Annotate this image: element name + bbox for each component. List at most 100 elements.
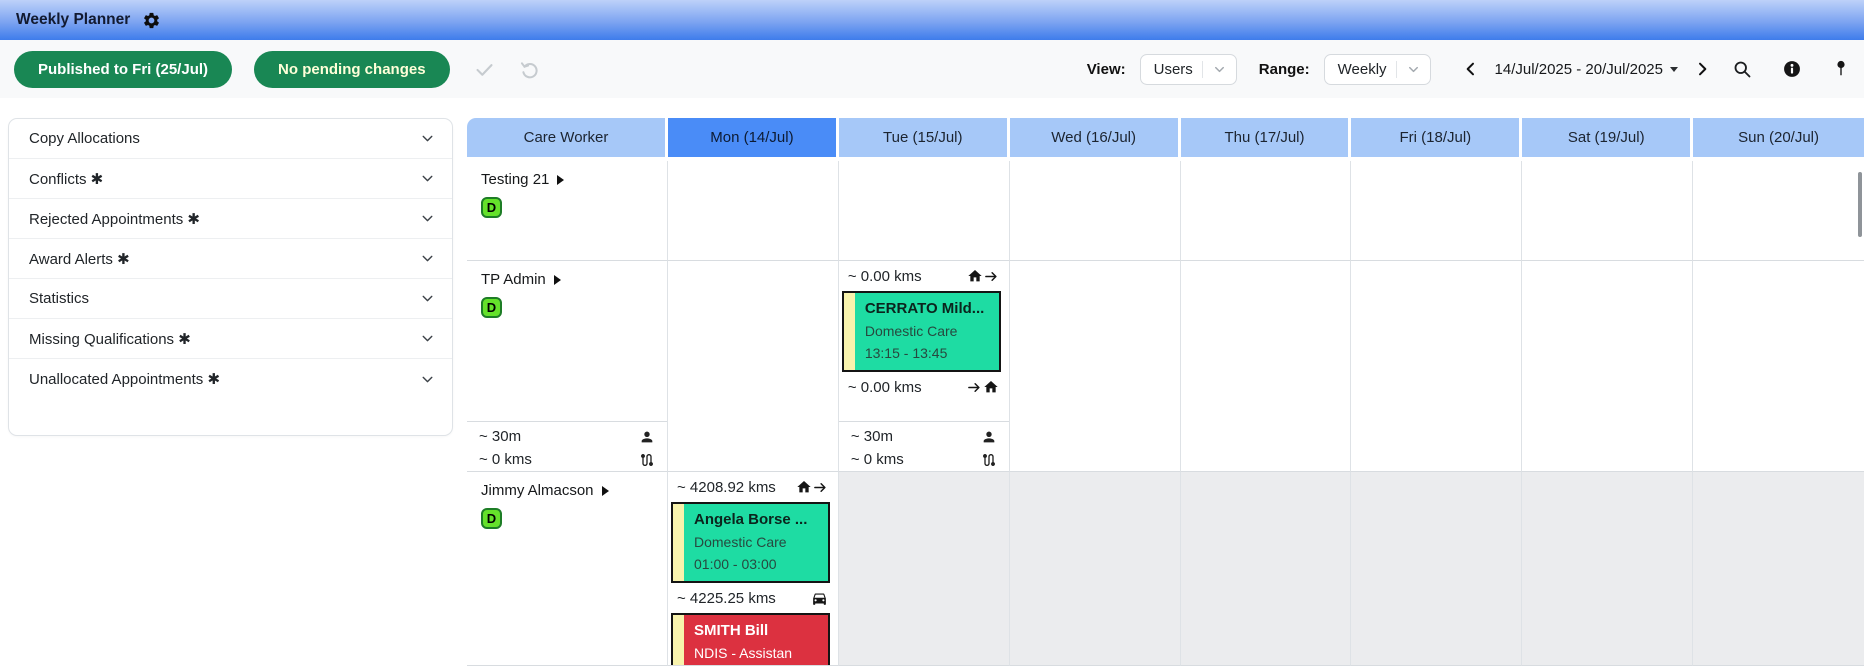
day-cell[interactable] xyxy=(1693,472,1864,666)
appointment-service: Domestic Care xyxy=(694,534,787,550)
arrow-right-icon xyxy=(813,480,828,495)
day-cell-mon-jimmy[interactable]: ~ 4208.92 kms Angela Borse ... Domestic … xyxy=(668,472,839,666)
day-cell[interactable] xyxy=(668,261,839,472)
chevron-down-icon xyxy=(419,170,436,187)
travel-distance-between: ~ 4225.25 kms xyxy=(677,586,828,610)
column-header-wed[interactable]: Wed (16/Jul) xyxy=(1009,118,1181,161)
chevron-down-icon xyxy=(419,371,436,388)
weekly-planner-grid: Care Worker Mon (14/Jul) Tue (15/Jul) We… xyxy=(467,118,1864,666)
date-range-picker[interactable]: 14/Jul/2025 - 20/Jul/2025 xyxy=(1495,61,1678,78)
day-total-time: ~ 30m xyxy=(850,428,893,445)
range-select[interactable]: Weekly xyxy=(1323,53,1431,85)
day-cell[interactable] xyxy=(1009,161,1181,261)
appointment-smith-bill[interactable]: SMITH Bill NDIS - Assistan xyxy=(671,613,830,665)
appointment-angela-borse[interactable]: Angela Borse ... Domestic Care 01:00 - 0… xyxy=(671,502,830,583)
worker-d-badge[interactable]: D xyxy=(481,297,502,318)
appointment-stripe xyxy=(673,504,684,581)
appointment-stripe xyxy=(673,615,684,665)
chevron-down-icon xyxy=(419,330,436,347)
worker-name[interactable]: Jimmy Almacson xyxy=(481,482,653,499)
day-cell[interactable] xyxy=(1351,161,1523,261)
chevron-down-icon xyxy=(419,250,436,267)
worker-cell-tp-admin: TP Admin D ~ 30m ~ 0 kms xyxy=(467,261,668,472)
column-header-thu[interactable]: Thu (17/Jul) xyxy=(1180,118,1352,161)
day-cell[interactable] xyxy=(1351,261,1523,472)
column-header-sun[interactable]: Sun (20/Jul) xyxy=(1693,118,1864,161)
day-cell[interactable] xyxy=(1351,472,1523,666)
person-icon xyxy=(639,429,655,445)
day-cell[interactable] xyxy=(1522,472,1694,666)
sidebar-item-label: Unallocated Appointments ✱ xyxy=(29,371,221,388)
day-cell[interactable] xyxy=(838,472,1010,666)
day-cell[interactable] xyxy=(838,161,1010,261)
toolbar: Published to Fri (25/Jul) No pending cha… xyxy=(0,40,1864,98)
sidebar-item-missing-qualifications[interactable]: Missing Qualifications ✱ xyxy=(9,319,452,359)
travel-distance-before: ~ 4208.92 kms xyxy=(677,475,828,499)
info-icon[interactable] xyxy=(1782,59,1802,79)
route-icon xyxy=(981,452,997,468)
day-cell-tue-tp-admin[interactable]: ~ 0.00 kms CERRATO Mild... Domestic Care… xyxy=(838,261,1010,472)
view-label: View: xyxy=(1086,60,1126,78)
total-time: ~ 30m xyxy=(479,428,522,445)
caret-down-icon xyxy=(1670,66,1678,72)
page-title: Weekly Planner xyxy=(16,11,131,28)
worker-d-badge[interactable]: D xyxy=(481,508,502,529)
day-cell[interactable] xyxy=(1693,161,1864,261)
appointment-service: NDIS - Assistan xyxy=(694,645,793,661)
worker-name[interactable]: Testing 21 xyxy=(481,171,653,188)
sidebar-item-unallocated-appointments[interactable]: Unallocated Appointments ✱ xyxy=(9,359,452,399)
day-cell[interactable] xyxy=(668,161,839,261)
apply-check-icon[interactable] xyxy=(474,59,495,80)
home-icon xyxy=(796,479,812,495)
day-cell[interactable] xyxy=(1009,472,1181,666)
arrow-right-icon xyxy=(967,380,982,395)
car-icon xyxy=(811,590,828,607)
day-cell[interactable] xyxy=(1180,472,1352,666)
sidebar-item-label: Statistics xyxy=(29,290,90,307)
published-status-button[interactable]: Published to Fri (25/Jul) xyxy=(14,50,233,88)
appointment-cerrato[interactable]: CERRATO Mild... Domestic Care 13:15 - 13… xyxy=(841,291,1001,372)
expand-triangle-icon xyxy=(553,274,561,285)
sidebar-item-award-alerts[interactable]: Award Alerts ✱ xyxy=(9,239,452,279)
view-select[interactable]: Users xyxy=(1139,53,1237,85)
vertical-scrollbar[interactable] xyxy=(1858,172,1862,237)
app-title-bar: Weekly Planner xyxy=(0,0,1864,40)
travel-distance-after: ~ 0.00 kms xyxy=(848,375,999,399)
chevron-down-icon xyxy=(419,130,436,147)
sidebar-item-label: Conflicts ✱ xyxy=(29,170,104,188)
day-cell[interactable] xyxy=(1693,261,1864,472)
undo-icon[interactable] xyxy=(519,58,541,80)
settings-gear-icon[interactable] xyxy=(142,11,161,30)
sidebar-item-copy-allocations[interactable]: Copy Allocations xyxy=(9,119,452,159)
day-cell[interactable] xyxy=(1180,161,1352,261)
day-cell[interactable] xyxy=(1522,261,1694,472)
column-header-fri[interactable]: Fri (18/Jul) xyxy=(1351,118,1523,161)
date-range-text: 14/Jul/2025 - 20/Jul/2025 xyxy=(1494,60,1663,78)
chevron-down-icon xyxy=(1212,62,1227,77)
day-cell[interactable] xyxy=(1522,161,1694,261)
column-header-sat[interactable]: Sat (19/Jul) xyxy=(1522,118,1694,161)
previous-week-icon[interactable] xyxy=(1461,59,1481,79)
chevron-down-icon xyxy=(1406,62,1421,77)
pin-icon[interactable] xyxy=(1832,59,1850,79)
worker-week-stats: ~ 30m ~ 0 kms xyxy=(467,421,667,471)
worker-cell-testing-21: Testing 21 D xyxy=(467,161,668,261)
day-cell[interactable] xyxy=(1009,261,1181,472)
column-header-mon[interactable]: Mon (14/Jul) xyxy=(668,118,839,161)
sidebar-item-conflicts[interactable]: Conflicts ✱ xyxy=(9,159,452,199)
day-cell[interactable] xyxy=(1180,261,1352,472)
search-icon[interactable] xyxy=(1732,59,1752,79)
pending-changes-button[interactable]: No pending changes xyxy=(254,50,450,88)
worker-name[interactable]: TP Admin xyxy=(481,271,653,288)
select-divider xyxy=(1395,60,1397,78)
chevron-down-icon xyxy=(419,290,436,307)
column-header-care-worker[interactable]: Care Worker xyxy=(467,118,668,161)
sidebar-item-statistics[interactable]: Statistics xyxy=(9,279,452,319)
sidebar-item-rejected-appointments[interactable]: Rejected Appointments ✱ xyxy=(9,199,452,239)
column-header-tue[interactable]: Tue (15/Jul) xyxy=(838,118,1010,161)
expand-triangle-icon xyxy=(601,485,609,496)
appointment-client: Angela Borse ... xyxy=(694,511,808,528)
worker-d-badge[interactable]: D xyxy=(481,197,502,218)
toolbar-right-group: View: Users Range: Weekly 14/Jul/2025 - … xyxy=(1086,53,1850,85)
next-week-icon[interactable] xyxy=(1692,59,1712,79)
